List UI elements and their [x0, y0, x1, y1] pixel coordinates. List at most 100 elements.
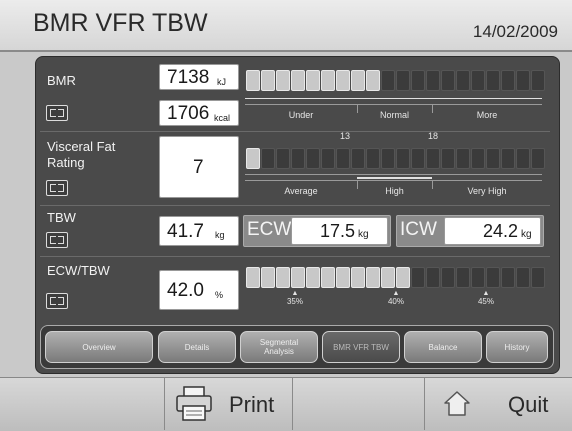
tbw-info-book-icon[interactable]	[46, 232, 68, 248]
tab-details[interactable]: Details	[158, 331, 236, 363]
gauge-segment	[381, 148, 395, 169]
gauge-segment	[351, 148, 365, 169]
gauge-segment	[531, 148, 545, 169]
gauge-segment	[336, 148, 350, 169]
gauge-segment	[366, 70, 380, 91]
bmr-gauge-baseline	[245, 104, 542, 105]
printer-icon	[176, 386, 212, 421]
vfr-gauge-high-highlight	[357, 177, 432, 179]
gauge-segment	[396, 148, 410, 169]
quit-button[interactable]: Quit	[424, 377, 572, 430]
gauge-segment	[306, 267, 320, 288]
gauge-segment	[471, 267, 485, 288]
gauge-segment	[411, 267, 425, 288]
tab-overview[interactable]: Overview	[45, 331, 153, 363]
gauge-segment	[441, 267, 455, 288]
vfr-threshold-13: 13	[339, 131, 350, 141]
gauge-segment	[486, 70, 500, 91]
gauge-segment	[501, 148, 515, 169]
gauge-segment	[411, 148, 425, 169]
gauge-segment	[366, 148, 380, 169]
tbw-value: 41.7	[167, 221, 204, 242]
gauge-segment	[456, 267, 470, 288]
vfr-value-box: 7	[159, 136, 239, 198]
gauge-segment	[276, 70, 290, 91]
bmr-gauge-line	[245, 98, 542, 99]
gauge-segment	[426, 70, 440, 91]
gauge-segment	[531, 70, 545, 91]
gauge-segment	[486, 267, 500, 288]
gauge-segment	[456, 148, 470, 169]
gauge-segment	[321, 267, 335, 288]
vfr-value: 7	[193, 157, 204, 178]
gauge-segment	[486, 148, 500, 169]
gauge-segment	[471, 148, 485, 169]
bmr-zone-more: More	[476, 110, 498, 120]
page-title: BMR VFR TBW	[33, 9, 208, 37]
gauge-segment	[381, 70, 395, 91]
gauge-segment	[366, 267, 380, 288]
gauge-segment	[471, 70, 485, 91]
vfr-zone-very-high: Very High	[467, 186, 507, 196]
bmr-zone-under: Under	[288, 110, 314, 120]
gauge-segment	[321, 70, 335, 91]
ecw-tbw-label: ECW/TBW	[47, 263, 110, 278]
ecw-tbw-marker-35: ▲ 35%	[286, 290, 303, 306]
tab-segmental-analysis[interactable]: Segmental Analysis	[240, 331, 318, 363]
ecw-value: 17.5	[320, 221, 356, 241]
vfr-label: Visceral Fat Rating	[47, 139, 116, 170]
tab-balance[interactable]: Balance	[404, 331, 482, 363]
bmr-kcal-box: 1706 kcal	[159, 100, 239, 126]
ecw-tbw-marker-35-label: 35%	[286, 297, 303, 306]
icw-unit: kg	[521, 229, 532, 240]
gauge-segment	[516, 267, 530, 288]
gauge-segment	[351, 267, 365, 288]
gauge-segment	[396, 70, 410, 91]
gauge-segment	[411, 70, 425, 91]
ecw-value-box: 17.5 kg	[291, 217, 388, 245]
vfr-gauge-baseline	[245, 180, 542, 181]
gauge-segment	[246, 267, 260, 288]
bmr-kj-unit: kJ	[217, 77, 226, 87]
row-divider	[40, 131, 550, 132]
gauge-segment	[381, 267, 395, 288]
icw-label: ICW	[400, 219, 437, 240]
ecw-tbw-info-book-icon[interactable]	[46, 293, 68, 309]
gauge-segment	[516, 70, 530, 91]
gauge-segment	[351, 70, 365, 91]
gauge-segment	[426, 267, 440, 288]
print-button[interactable]: Print	[164, 377, 292, 430]
ecw-tbw-value-box: 42.0 %	[159, 270, 239, 310]
bmr-info-book-icon[interactable]	[46, 105, 68, 121]
gauge-segment	[501, 70, 515, 91]
ecw-tbw-value: 42.0	[167, 280, 204, 301]
gauge-segment	[306, 148, 320, 169]
gauge-segment	[276, 267, 290, 288]
ecw-label: ECW	[247, 219, 292, 240]
gauge-segment	[261, 148, 275, 169]
gauge-segment	[246, 70, 260, 91]
tbw-label: TBW	[47, 210, 76, 225]
tab-bmr-vfr-tbw[interactable]: BMR VFR TBW	[322, 331, 400, 363]
bmr-kcal-value: 1706	[167, 103, 210, 124]
icw-value: 24.2	[483, 221, 519, 241]
gauge-segment	[291, 70, 305, 91]
tab-history[interactable]: History	[486, 331, 548, 363]
vfr-zone-high: High	[385, 186, 404, 196]
gauge-segment	[441, 148, 455, 169]
ecw-tbw-marker-45-label: 45%	[477, 297, 494, 306]
bmr-kcal-unit: kcal	[214, 113, 231, 123]
gauge-segment	[336, 267, 350, 288]
date-display: 14/02/2009	[472, 22, 558, 41]
gauge-segment	[246, 148, 260, 169]
row-divider	[40, 205, 550, 206]
gauge-segment	[531, 267, 545, 288]
gauge-segment	[426, 148, 440, 169]
gauge-segment	[516, 148, 530, 169]
bmr-zone-normal: Normal	[379, 110, 409, 120]
vfr-info-book-icon[interactable]	[46, 180, 68, 196]
icw-value-box: 24.2 kg	[444, 217, 541, 245]
ecw-tbw-marker-40-label: 40%	[387, 297, 404, 306]
ecw-tbw-unit: %	[215, 290, 224, 300]
gauge-segment	[261, 267, 275, 288]
